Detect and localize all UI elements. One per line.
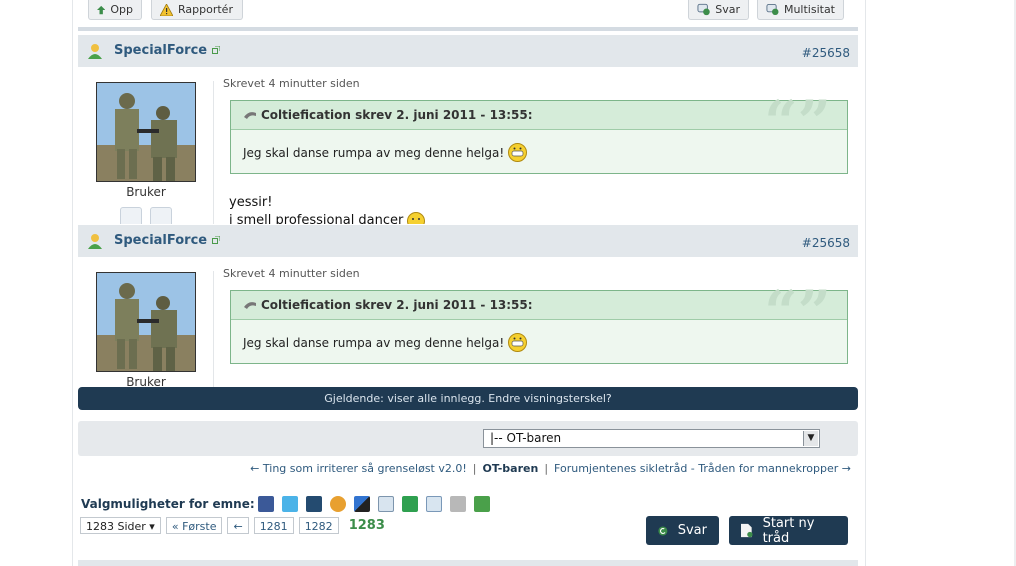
- quote-text: Jeg skal danse rumpa av meg denne helga!: [243, 145, 505, 160]
- post-timestamp: Skrevet 4 minutter siden: [223, 267, 360, 280]
- thread-navigation: ← Ting som irriterer så grenseløst v2.0!…: [250, 462, 851, 475]
- post-header: SpecialForce #25658: [78, 225, 858, 257]
- facebook-icon[interactable]: [258, 496, 274, 512]
- forum-jump-select[interactable]: |-- OT-baren ▼: [483, 429, 820, 448]
- divider: [213, 271, 214, 387]
- post-body: Bruker Skrevet 4 minutter siden Coltiefi…: [78, 257, 858, 387]
- reply-post-button[interactable]: Svar: [688, 0, 749, 20]
- user-icon: [88, 234, 102, 249]
- warning-icon: [160, 3, 173, 16]
- pages-dropdown[interactable]: 1283 Sider ▾: [80, 517, 161, 534]
- stumbleupon-icon[interactable]: [402, 496, 418, 512]
- post-text: yessir! i smell professional dancer: [229, 194, 426, 224]
- post-timestamp: Skrevet 4 minutter siden: [223, 77, 360, 90]
- topic-options-label: Valgmuligheter for emne:: [81, 497, 255, 511]
- online-status-icon: [212, 46, 220, 54]
- footer-strip: [78, 560, 858, 566]
- reply-arrow-icon: [658, 525, 668, 536]
- smiley-icon: [407, 212, 426, 224]
- share-icons: [258, 496, 490, 512]
- forum-jump-bar: |-- OT-baren ▼: [78, 421, 858, 456]
- quote-box: Coltiefication skrev 2. juni 2011 - 13:5…: [230, 93, 848, 174]
- print-icon[interactable]: [450, 496, 466, 512]
- multiquote-button[interactable]: Multisitat: [757, 0, 844, 20]
- user-role: Bruker: [126, 185, 166, 199]
- arrow-up-icon: [97, 5, 106, 14]
- user-role: Bruker: [126, 375, 166, 387]
- post-number-link[interactable]: #25658: [802, 236, 850, 250]
- username-link[interactable]: SpecialForce: [114, 233, 207, 248]
- post-body: Bruker Skrevet 4 minutter siden Coltiefi…: [78, 67, 858, 224]
- view-threshold-bar[interactable]: Gjeldende: viser alle innlegg. Endre vis…: [78, 387, 858, 410]
- reddit-icon[interactable]: [378, 496, 394, 512]
- profile-icon[interactable]: [120, 207, 142, 224]
- digg-icon[interactable]: [306, 496, 322, 512]
- email-icon[interactable]: [426, 496, 442, 512]
- delicious-icon[interactable]: [354, 496, 370, 512]
- quote-text: Jeg skal danse rumpa av meg denne helga!: [243, 335, 505, 350]
- quote-mark-icon: “”: [764, 88, 831, 156]
- quote-mark-icon: “”: [764, 278, 831, 346]
- first-page-link[interactable]: « Første: [165, 517, 223, 534]
- quote-arrow-icon: [244, 302, 256, 309]
- divider: [213, 81, 214, 224]
- chevron-down-icon: ▼: [803, 431, 818, 446]
- previous-thread-link[interactable]: ← Ting som irriterer så grenseløst v2.0!: [250, 462, 467, 475]
- pagination: 1283 Sider ▾ « Første ← 1281 1282 1283: [80, 517, 390, 534]
- online-status-icon: [212, 236, 220, 244]
- multiquote-icon: [766, 3, 779, 16]
- divider: [78, 27, 858, 31]
- message-icon[interactable]: [150, 207, 172, 224]
- new-thread-button[interactable]: Start ny tråd: [729, 516, 848, 546]
- page-link[interactable]: 1281: [253, 517, 294, 534]
- new-document-icon: [741, 523, 753, 538]
- quote-box: Coltiefication skrev 2. juni 2011 - 13:5…: [230, 283, 848, 364]
- grin-smiley-icon: [508, 143, 528, 162]
- post-line: i smell professional dancer: [229, 213, 404, 224]
- reply-icon: [697, 3, 710, 16]
- quote-author: Coltiefication skrev 2. juni 2011 - 13:5…: [261, 298, 533, 312]
- username-link[interactable]: SpecialForce: [114, 43, 207, 58]
- page-link[interactable]: 1282: [298, 517, 339, 534]
- up-button[interactable]: Opp: [88, 0, 142, 20]
- download-icon[interactable]: [474, 496, 490, 512]
- grin-smiley-icon: [508, 333, 528, 352]
- prev-page-link[interactable]: ←: [227, 517, 249, 534]
- user-icon: [88, 44, 102, 59]
- avatar[interactable]: [96, 272, 196, 372]
- report-button[interactable]: Rapportér: [151, 0, 243, 20]
- view-threshold-text: Gjeldende: viser alle innlegg. Endre vis…: [324, 392, 612, 405]
- quote-arrow-icon: [244, 112, 256, 119]
- next-thread-link[interactable]: Forumjentenes sikletråd - Tråden for man…: [554, 462, 851, 475]
- post-header: SpecialForce #25658: [78, 35, 858, 67]
- google-icon[interactable]: [330, 496, 346, 512]
- current-page: 1283: [343, 517, 390, 534]
- quote-author: Coltiefication skrev 2. juni 2011 - 13:5…: [261, 108, 533, 122]
- current-forum-link[interactable]: OT-baren: [483, 462, 539, 475]
- post-line: yessir!: [229, 195, 273, 210]
- reply-button[interactable]: Svar: [646, 516, 719, 545]
- post-number-link[interactable]: #25658: [802, 46, 850, 60]
- avatar[interactable]: [96, 82, 196, 182]
- twitter-icon[interactable]: [282, 496, 298, 512]
